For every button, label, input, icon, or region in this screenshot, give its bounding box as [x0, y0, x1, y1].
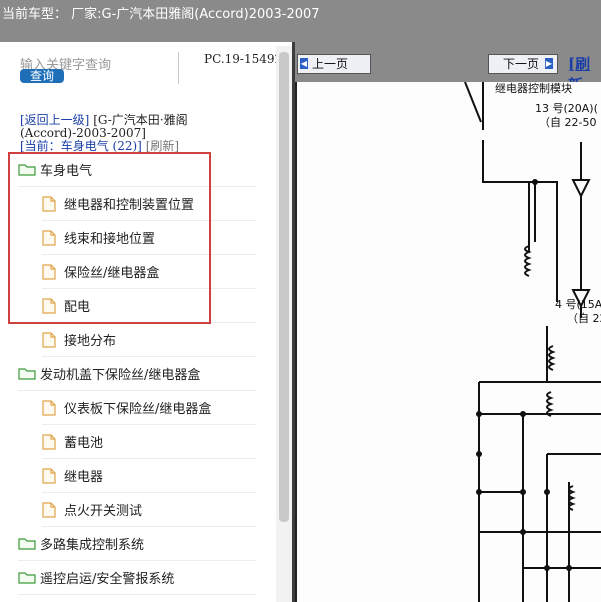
doc-code: PC.19-15492	[204, 52, 283, 66]
current-suffix: ]	[137, 139, 142, 153]
title-bar: 当前车型： 厂家:G-广汽本田雅阁(Accord)2003-2007	[0, 0, 601, 42]
document-icon	[42, 502, 60, 518]
from4-label: （自 22-	[567, 312, 601, 325]
fuse4-label: 4 号(15A	[555, 298, 601, 311]
folder-icon	[18, 162, 36, 176]
left-panel: 输入关键字查询 查询 PC.19-15492 [返回上一级] [G-广汽本田·雅…	[0, 42, 292, 602]
divider	[178, 52, 179, 84]
back-link[interactable]: [返回上一级]	[20, 113, 89, 127]
prev-page-button[interactable]: ◀ 上一页	[297, 54, 371, 74]
prev-label: 上一页	[312, 57, 349, 71]
tree-folder-item[interactable]: 多路集成控制系统	[18, 526, 256, 561]
tree-doc-item[interactable]: 蓄电池	[42, 424, 256, 459]
tree-doc-item[interactable]: 保险丝/继电器盒	[42, 254, 256, 289]
tree-item-label: 点火开关测试	[64, 503, 143, 519]
tree-folder-item[interactable]: 车身电气	[18, 152, 256, 187]
wiring-diagram-svg: 继电器控制模块 13 号(20A)( （自 22-50 4 号(15A （自 2…	[464, 81, 601, 602]
tree-item-label: 线束和接地位置	[64, 231, 156, 247]
next-label: 下一页	[503, 57, 540, 71]
title-text: 当前车型： 厂家:G-广汽本田雅阁(Accord)2003-2007	[2, 7, 320, 22]
folder-icon	[18, 366, 36, 380]
search-button[interactable]: 查询	[20, 69, 64, 83]
breadcrumb-path-2[interactable]: (Accord)-2003-2007]	[20, 126, 146, 140]
folder-icon	[18, 536, 36, 550]
tree-doc-item[interactable]: 线束和接地位置	[42, 220, 256, 255]
document-icon	[42, 400, 60, 416]
tree-doc-item[interactable]: 继电器和控制装置位置	[42, 186, 256, 221]
document-icon	[42, 468, 60, 484]
tree-item-label: 继电器和控制装置位置	[64, 197, 195, 213]
current-name[interactable]: 车身电气	[61, 139, 109, 153]
tree-item-label: 配电	[64, 299, 91, 315]
tree-folder-item[interactable]: 发动机盖下保险丝/继电器盒	[18, 356, 256, 391]
tree-doc-item[interactable]: 点火开关测试	[42, 492, 256, 527]
tree-item-label: 仪表板下保险丝/继电器盒	[64, 401, 212, 417]
scrollbar[interactable]	[276, 46, 292, 602]
tree-item-label: 车身电气	[40, 163, 93, 179]
tree-doc-item[interactable]: 接地分布	[42, 322, 256, 357]
breadcrumb-path[interactable]: [G-广汽本田·雅阁	[93, 113, 187, 127]
document-icon	[42, 298, 60, 314]
tree-folder-item[interactable]: 遥控启运/安全警报系统	[18, 560, 256, 595]
tree-item-label: 保险丝/继电器盒	[64, 265, 160, 281]
breadcrumb: [返回上一级] [G-广汽本田·雅阁 (Accord)-2003-2007] […	[20, 114, 260, 153]
tree-doc-item[interactable]: 仪表板下保险丝/继电器盒	[42, 390, 256, 425]
document-icon	[42, 230, 60, 246]
scrollbar-thumb[interactable]	[279, 52, 289, 522]
arrow-left-icon: ◀	[300, 58, 308, 69]
tree-item-label: 蓄电池	[64, 435, 104, 451]
next-page-button[interactable]: 下一页 ▶	[488, 54, 558, 74]
refresh-link[interactable]: [刷新]	[146, 139, 179, 153]
document-icon	[42, 332, 60, 348]
tree-item-label: 遥控启运/安全警报系统	[40, 571, 175, 587]
from13-label: （自 22-50	[539, 116, 596, 129]
tree-item-label: 接地分布	[64, 333, 117, 349]
tree-doc-item[interactable]: 继电器	[42, 458, 256, 493]
current-prefix: [当前：	[20, 139, 61, 153]
viewer-panel: ◀ 上一页 下一页 ▶ [刷新	[295, 42, 601, 602]
document-icon	[42, 264, 60, 280]
tree-doc-item[interactable]: 配电	[42, 288, 256, 323]
tree-item-label: 继电器	[64, 469, 104, 485]
tree-item-label: 发动机盖下保险丝/继电器盒	[40, 367, 201, 383]
folder-icon	[18, 570, 36, 584]
document-icon	[42, 434, 60, 450]
wiring-diagram[interactable]: 继电器控制模块 13 号(20A)( （自 22-50 4 号(15A （自 2…	[295, 81, 601, 602]
module-label: 继电器控制模块	[495, 82, 572, 95]
fuse13-label: 13 号(20A)(	[535, 102, 598, 115]
document-icon	[42, 196, 60, 212]
viewer-toolbar: ◀ 上一页 下一页 ▶ [刷新	[295, 42, 601, 94]
tree-item-label: 多路集成控制系统	[40, 537, 145, 553]
current-count: (22)	[112, 139, 138, 153]
arrow-right-icon: ▶	[545, 58, 553, 69]
